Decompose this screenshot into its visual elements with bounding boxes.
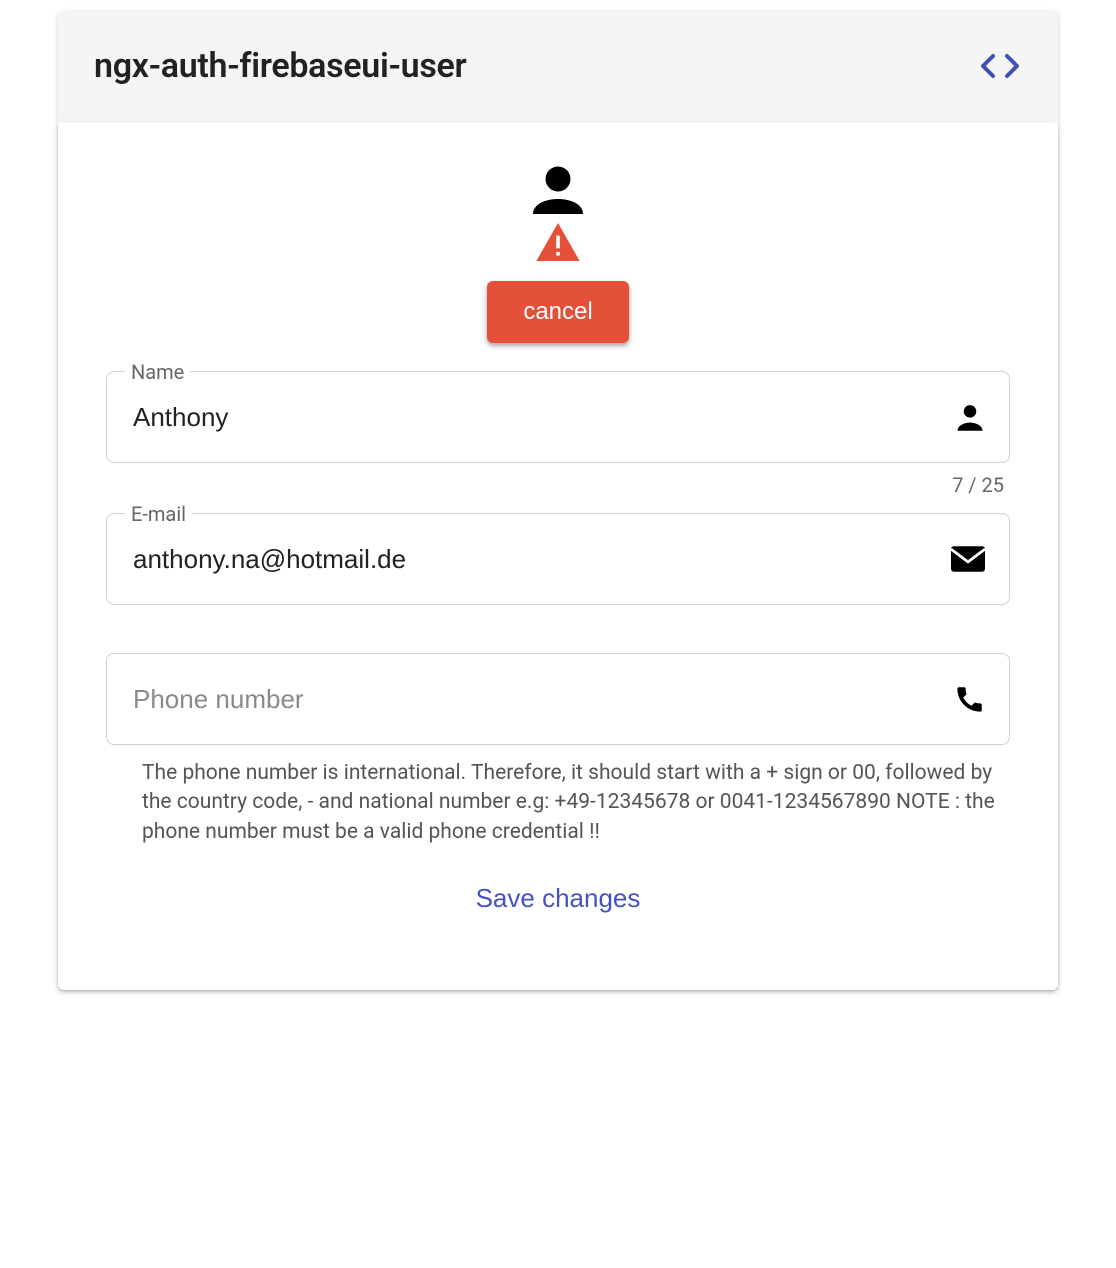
- warning-icon: [536, 223, 580, 261]
- email-label: E-mail: [125, 502, 192, 526]
- avatar-block: cancel: [106, 163, 1010, 343]
- phone-hint: The phone number is international. There…: [142, 759, 1010, 847]
- save-row: Save changes: [106, 875, 1010, 922]
- name-field[interactable]: Name: [106, 371, 1010, 463]
- cancel-button[interactable]: cancel: [487, 281, 628, 343]
- email-input[interactable]: [131, 543, 951, 576]
- phone-input[interactable]: [131, 683, 955, 716]
- phone-icon: [955, 684, 985, 714]
- phone-field-wrap: The phone number is international. There…: [106, 653, 1010, 847]
- person-icon: [955, 403, 985, 431]
- name-field-wrap: Name 7 / 25: [106, 371, 1010, 497]
- name-input[interactable]: [131, 401, 955, 434]
- view-code-button[interactable]: [978, 52, 1022, 80]
- email-icon: [951, 546, 985, 572]
- user-profile-card: cancel Name 7 / 25 E-mail: [58, 122, 1058, 990]
- demo-title: ngx-auth-firebaseui-user: [94, 46, 466, 86]
- name-char-counter: 7 / 25: [106, 473, 1004, 497]
- name-label: Name: [125, 360, 190, 384]
- save-button[interactable]: Save changes: [462, 875, 655, 922]
- component-demo-card: ngx-auth-firebaseui-user cancel: [58, 10, 1058, 990]
- email-field[interactable]: E-mail: [106, 513, 1010, 605]
- avatar-person-icon: [528, 163, 588, 215]
- phone-field[interactable]: [106, 653, 1010, 745]
- email-field-wrap: E-mail: [106, 513, 1010, 605]
- code-icon: [978, 52, 1022, 80]
- demo-header: ngx-auth-firebaseui-user: [58, 10, 1058, 122]
